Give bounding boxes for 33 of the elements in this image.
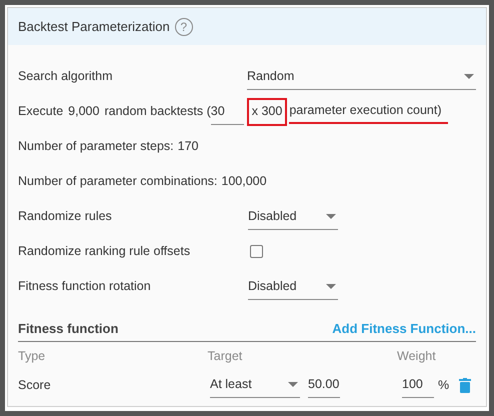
execution-count-field[interactable]: 30 [210,98,244,124]
column-header: Target [208,348,244,365]
backtest-count: 9,000 [68,103,100,120]
caret-icon [464,74,474,78]
field-label: Randomize rules [18,208,113,226]
caret-icon [326,214,336,218]
checkbox[interactable] [250,245,263,258]
highlighted-count: x 300 [246,98,288,126]
combinations-label: Number of parameter combinations: [18,173,218,190]
caret-icon [288,382,298,387]
panel-title: Backtest Parameterization [18,18,170,36]
target-value-field[interactable]: 50.00 [308,372,340,398]
column-header: Type [18,348,46,365]
percent-sign: % [438,376,450,394]
execute-text: random backtests ( [104,103,211,120]
steps-label: Number of parameter steps: [18,138,174,156]
field-label: Search algorithm [18,68,114,86]
weight-field[interactable]: 100 [402,372,434,398]
underlined-text: parameter execution count) [289,100,448,124]
combinations-value: 100,000 [221,173,267,190]
steps-value: 170 [178,138,198,156]
algorithm-dropdown[interactable]: Random [247,64,476,90]
section-title: Fitness function [18,320,118,338]
fitness-type: Score [18,376,52,394]
column-header: Weight [397,348,437,365]
delete-icon[interactable] [459,378,472,392]
rotation-dropdown[interactable]: Disabled [248,274,338,300]
randomize-rules-dropdown[interactable]: Disabled [248,204,338,230]
field-label: Randomize ranking rule offsets [18,243,192,260]
target-dropdown[interactable]: At least [210,372,300,398]
execute-text: Execute [18,103,64,120]
field-label: Fitness function rotation [18,278,152,296]
caret-icon [326,284,336,288]
